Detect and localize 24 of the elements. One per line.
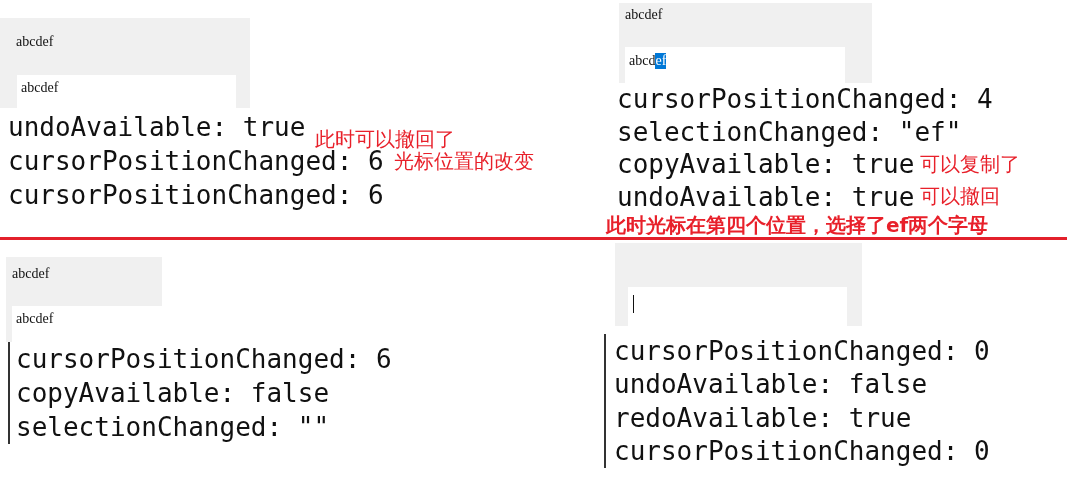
label-text: abcdef: [16, 34, 54, 50]
log-line: cursorPositionChanged: 0: [614, 436, 990, 467]
annotation-text: 光标位置的改变: [393, 148, 534, 175]
annotation-text: 可以复制了: [920, 150, 1021, 178]
log-line: undoAvailable: true: [617, 181, 915, 212]
annotation-text: 此时光标在第四个位置，选择了ef两个字母: [606, 213, 989, 237]
log-line: undoAvailable: true: [8, 112, 306, 142]
text-field[interactable]: abcdef: [625, 47, 845, 83]
log-line: selectionChanged: "": [16, 412, 330, 442]
log-line: cursorPositionChanged: 6: [8, 180, 384, 210]
log-line: cursorPositionChanged: 6: [16, 344, 392, 374]
log-line: selectionChanged: "ef": [617, 116, 962, 147]
annotation-text: 可以撤回: [920, 183, 1001, 211]
text-field[interactable]: abcdef: [12, 306, 162, 342]
label-text: abcdef: [12, 266, 50, 282]
log-line: redoAvailable: true: [614, 402, 912, 433]
text-field[interactable]: [628, 287, 847, 326]
log-line: cursorPositionChanged: 0: [614, 335, 990, 366]
log-line: undoAvailable: false: [614, 369, 928, 400]
log-line: cursorPositionChanged: 4: [617, 84, 993, 115]
log-line: copyAvailable: true: [617, 149, 915, 180]
log-line: copyAvailable: false: [16, 378, 330, 408]
text-field[interactable]: abcdef: [17, 75, 236, 108]
label-text: abcdef: [625, 7, 663, 23]
